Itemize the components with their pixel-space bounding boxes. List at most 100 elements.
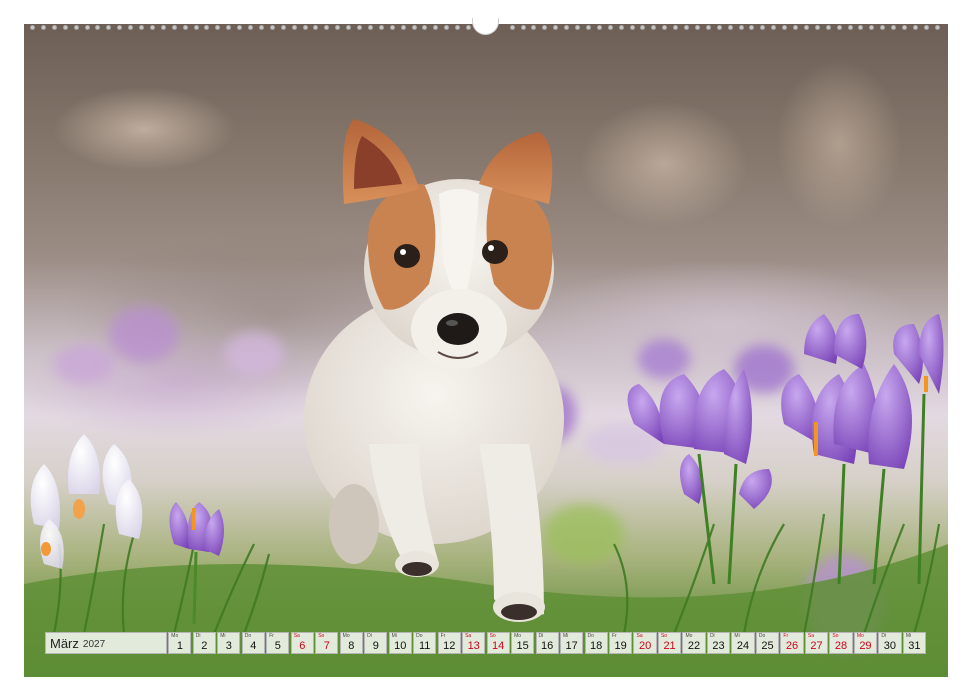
weekday-label: Mo (685, 633, 693, 639)
month-name: März (50, 635, 79, 651)
dog-photo-illustration (24, 119, 948, 677)
binding-hole (95, 25, 101, 30)
day-cell: Mi 17 (560, 632, 584, 654)
binding-hole (520, 25, 526, 30)
day-number: 10 (394, 640, 407, 652)
binding-hole (618, 25, 624, 30)
weekday-label: Mo (856, 633, 864, 639)
weekday-label: Sa (293, 633, 300, 639)
binding-hole (727, 25, 733, 30)
day-cell: Do 25 (755, 632, 780, 654)
binding-hole (302, 25, 308, 30)
day-cell: Mo 22 (682, 632, 706, 654)
weekday-label: Do (587, 633, 594, 639)
binding-hole (149, 25, 155, 30)
day-cell: Di 9 (364, 632, 388, 654)
binding-hole (564, 25, 570, 30)
day-cell: Fr 19 (609, 632, 633, 654)
day-cell: So 21 (657, 632, 682, 654)
binding-hole (912, 25, 918, 30)
day-number: 26 (785, 640, 799, 652)
binding-hole (400, 25, 406, 30)
binding-hole (422, 25, 428, 30)
binding-hole (880, 25, 886, 30)
day-cell: So 7 (315, 632, 339, 654)
binding-hole (30, 25, 35, 30)
binding-hole (258, 25, 264, 30)
binding-hole (596, 25, 602, 30)
weekday-label: Fr (612, 633, 617, 639)
weekday-label: Mi (220, 633, 226, 639)
binding-hole (313, 25, 319, 30)
day-number: 20 (638, 640, 652, 652)
day-number: 17 (565, 640, 578, 652)
day-cell: Sa 27 (804, 632, 829, 654)
day-number: 15 (516, 640, 529, 652)
binding-hole (237, 25, 243, 30)
binding-hole (640, 25, 646, 30)
binding-hole (651, 25, 657, 30)
day-number: 22 (687, 640, 701, 652)
day-cell: Di 2 (192, 632, 216, 654)
day-number: 1 (176, 640, 183, 652)
weekday-label: Do (244, 633, 252, 639)
day-number: 12 (443, 640, 456, 652)
binding-hole (128, 25, 134, 30)
day-number: 6 (299, 640, 306, 652)
binding-hole (923, 25, 929, 30)
binding-hole (803, 25, 809, 30)
binding-hole (62, 25, 68, 30)
calendar-page: März 2027 Mo 1 Di 2 Mi 3 Do 4 Fr 5 Sa 6 So 7 Mo 8 Di 9 Mi 1… (0, 0, 971, 700)
binding-hole (280, 25, 286, 30)
month-label: März 2027 (45, 632, 168, 654)
binding-hole (738, 25, 744, 30)
binding-hole (531, 25, 537, 30)
weekday-label: So (832, 633, 839, 639)
weekday-label: Di (367, 633, 372, 639)
day-number: 3 (225, 640, 232, 652)
weekday-label: Sa (636, 633, 643, 639)
day-number: 2 (201, 640, 208, 652)
weekday-label: Mo (342, 633, 350, 639)
calendar-strip: März 2027 Mo 1 Di 2 Mi 3 Do 4 Fr 5 Sa 6 So 7 Mo 8 Di 9 Mi 1… (45, 632, 926, 654)
day-cell: Sa 13 (462, 632, 486, 654)
binding-hole (836, 25, 842, 30)
binding-hole (106, 25, 112, 30)
day-number: 30 (883, 640, 897, 652)
binding-hole (291, 25, 297, 30)
binding-hole (585, 25, 591, 30)
weekday-label: Mi (905, 633, 912, 639)
dog-photo (24, 24, 948, 677)
binding-hole (433, 25, 439, 30)
binding-hole (215, 25, 221, 30)
binding-hole (825, 25, 831, 30)
day-cell: Fr 5 (266, 632, 290, 654)
binding-hole (782, 25, 788, 30)
binding-hole (793, 25, 798, 30)
binding-hole (629, 25, 635, 30)
day-number: 29 (859, 640, 872, 652)
day-cell: Do 18 (584, 632, 608, 654)
binding-hole (869, 25, 875, 30)
binding-hole (367, 25, 373, 30)
binding-hole (73, 25, 79, 30)
day-number: 8 (348, 640, 355, 652)
binding-hole (466, 25, 471, 30)
day-cell: Do 4 (241, 632, 265, 654)
day-cell: Sa 20 (633, 632, 657, 654)
day-cell: Di 23 (706, 632, 731, 654)
weekday-label: Mi (391, 633, 397, 639)
binding-hole (346, 25, 352, 30)
day-number: 28 (834, 640, 848, 652)
month-year: 2027 (82, 638, 106, 650)
weekday-label: Do (758, 633, 766, 639)
weekday-label: So (489, 633, 496, 639)
binding-hole (891, 25, 897, 30)
binding-hole (248, 25, 253, 30)
weekday-label: So (318, 633, 325, 639)
binding-hole (193, 25, 199, 30)
binding-hole (684, 25, 689, 30)
day-number: 23 (712, 640, 725, 652)
weekday-label: Di (881, 633, 887, 639)
day-number: 31 (908, 640, 921, 652)
